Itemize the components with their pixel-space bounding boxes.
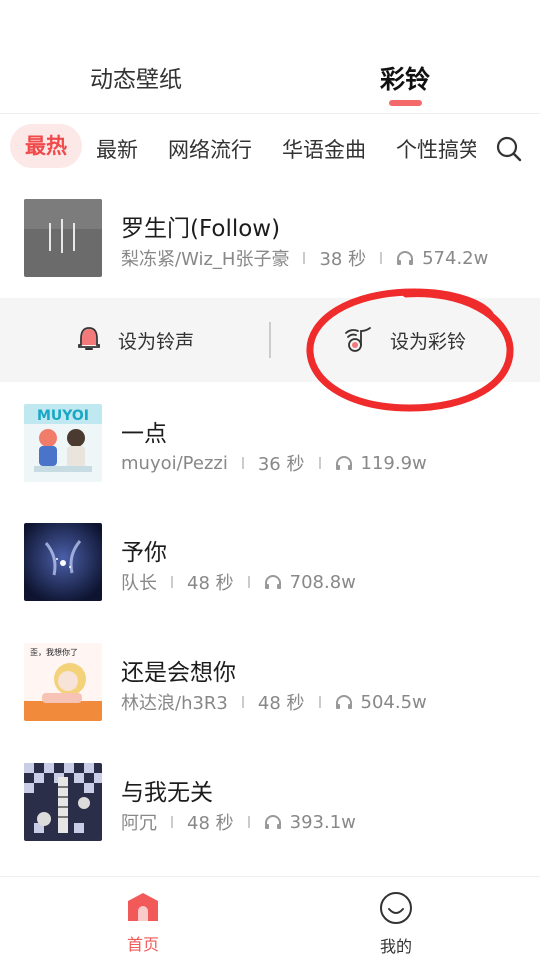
- divider: [303, 252, 306, 264]
- nav-profile-label: 我的: [379, 937, 412, 956]
- category-bar: 最热 最新 网络流行 华语金曲 个性搞笑: [0, 114, 540, 182]
- cover-text: 歪，我想你了: [30, 647, 78, 657]
- song-row[interactable]: 予你 队长 48 秒 708.8w: [0, 523, 540, 633]
- top-tabs: 动态壁纸 彩铃: [0, 0, 540, 114]
- song-duration: 38 秒: [319, 249, 367, 270]
- album-cover: MUYOI: [24, 404, 102, 482]
- home-icon: [128, 893, 158, 921]
- song-meta: 队长 48 秒 708.8w: [121, 569, 356, 595]
- song-title: 一点: [121, 421, 167, 447]
- headphones-icon: [264, 815, 281, 829]
- bell-icon: [78, 327, 100, 350]
- song-plays: 504.5w: [360, 691, 427, 713]
- song-artist: 梨冻紧/Wiz_H张子豪: [121, 249, 290, 270]
- set-ringtone-label: 设为铃声: [118, 330, 195, 353]
- divider: [380, 252, 383, 264]
- song-title: 予你: [121, 540, 167, 566]
- song-meta: 阿冗 48 秒 393.1w: [121, 809, 356, 835]
- song-artist: muyoi/Pezzi: [121, 452, 228, 474]
- divider: [171, 816, 173, 828]
- song-duration: 48 秒: [187, 573, 234, 594]
- song-plays: 393.1w: [289, 811, 356, 833]
- headphones-icon: [397, 251, 414, 265]
- nav-home-label: 首页: [126, 935, 159, 954]
- song-duration: 48 秒: [257, 693, 305, 714]
- song-row[interactable]: 罗生门(Follow) 梨冻紧/Wiz_H张子豪 38 秒 574.2w: [0, 199, 540, 309]
- category-hot[interactable]: 最热: [10, 124, 82, 168]
- category-internet-popular[interactable]: 网络流行: [168, 134, 252, 164]
- headphones-icon: [264, 575, 281, 589]
- song-title: 还是会想你: [121, 660, 236, 686]
- divider: [318, 457, 321, 469]
- song-action-bar: 设为铃声 设为彩铃: [0, 298, 540, 382]
- search-icon[interactable]: [494, 134, 524, 164]
- album-cover: [24, 763, 102, 841]
- set-crbt-label: 设为彩铃: [390, 330, 467, 353]
- song-meta: muyoi/Pezzi 36 秒 119.9w: [121, 450, 427, 476]
- song-artist: 林达浪/h3R3: [121, 693, 228, 714]
- divider: [171, 576, 173, 588]
- song-row[interactable]: 与我无关 阿冗 48 秒 393.1w: [0, 763, 540, 873]
- album-cover: [24, 199, 102, 277]
- song-artist: 队长: [121, 573, 157, 594]
- song-title: 与我无关: [121, 780, 213, 806]
- music-note-wave-icon: [345, 327, 371, 352]
- category-latest[interactable]: 最新: [96, 134, 138, 164]
- app-root: 动态壁纸 彩铃 最热 最新 网络流行 华语金曲 个性搞笑 罗生门(Follow)…: [0, 0, 540, 960]
- set-ringtone-button[interactable]: 设为铃声: [74, 298, 194, 382]
- divider: [318, 696, 321, 708]
- profile-icon: [380, 892, 412, 924]
- song-plays: 708.8w: [289, 571, 356, 593]
- song-artist: 阿冗: [121, 813, 157, 834]
- song-plays: 119.9w: [360, 452, 427, 474]
- category-funny[interactable]: 个性搞笑: [396, 134, 476, 164]
- tab-live-wallpaper[interactable]: 动态壁纸: [90, 60, 182, 94]
- active-tab-indicator: [389, 100, 422, 106]
- bottom-nav: 首页 我的: [0, 876, 540, 960]
- album-cover: [24, 523, 102, 601]
- nav-profile[interactable]: 我的: [356, 891, 436, 957]
- song-plays: 574.2w: [422, 247, 489, 269]
- headphones-icon: [335, 456, 352, 470]
- divider: [241, 696, 244, 708]
- song-duration: 36 秒: [257, 454, 305, 475]
- cover-text: MUYOI: [37, 408, 89, 424]
- category-chinese-classics[interactable]: 华语金曲: [282, 134, 366, 164]
- divider: [241, 457, 244, 469]
- song-row[interactable]: 歪，我想你了 还是会想你 林达浪/h3R3 48 秒 504.5w: [0, 643, 540, 753]
- song-row[interactable]: MUYOI 一点 muyoi/Pezzi 36 秒 119.9w: [0, 404, 540, 514]
- song-meta: 梨冻紧/Wiz_H张子豪 38 秒 574.2w: [121, 245, 488, 271]
- song-title: 罗生门(Follow): [121, 216, 281, 242]
- divider: [247, 816, 250, 828]
- tab-ringback-tone[interactable]: 彩铃: [380, 60, 430, 96]
- headphones-icon: [335, 695, 352, 709]
- album-cover: 歪，我想你了: [24, 643, 102, 721]
- song-duration: 48 秒: [187, 813, 234, 834]
- action-divider: [269, 322, 271, 358]
- nav-home[interactable]: 首页: [103, 891, 183, 955]
- divider: [247, 576, 250, 588]
- set-crbt-button[interactable]: 设为彩铃: [342, 298, 466, 382]
- song-meta: 林达浪/h3R3 48 秒 504.5w: [121, 689, 427, 715]
